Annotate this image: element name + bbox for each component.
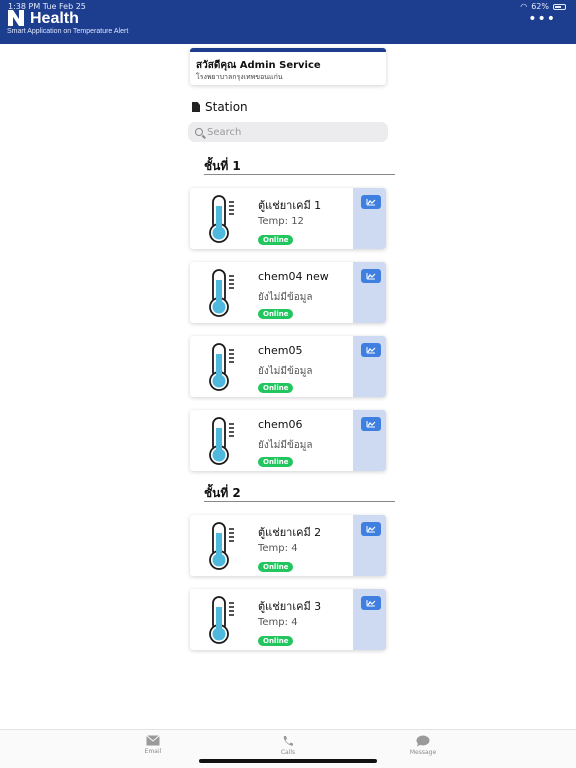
tab-message[interactable]: Message — [403, 735, 443, 756]
thermometer-icon — [209, 269, 234, 317]
status-badge: Online — [258, 235, 294, 245]
chart-icon — [366, 421, 376, 428]
chart-button[interactable] — [361, 269, 381, 283]
chart-button[interactable] — [361, 522, 381, 536]
home-indicator — [199, 759, 377, 763]
thermometer-icon — [209, 522, 234, 570]
station-card[interactable]: ตู้แช่ยาเคมี 2 Temp: 4 Online — [190, 515, 386, 576]
greeting-title: สวัสดีคุณ Admin Service — [196, 60, 321, 71]
phone-icon — [283, 736, 293, 746]
station-card[interactable]: ตู้แช่ยาเคมี 1 Temp: 12 Online — [190, 188, 386, 249]
station-reading: ยังไม่มีข้อมูล — [258, 440, 313, 451]
status-badge: Online — [258, 636, 294, 646]
station-reading: ยังไม่มีข้อมูล — [258, 292, 313, 303]
hospital-name: โรงพยาบาลกรุงเทพขอนแก่น — [196, 73, 283, 81]
status-badge: Online — [258, 562, 294, 572]
tab-calls[interactable]: Calls — [268, 735, 308, 756]
chart-icon — [366, 526, 376, 533]
status-indicators: ◠ 62% — [520, 2, 566, 11]
station-card[interactable]: chem06 ยังไม่มีข้อมูล Online — [190, 410, 386, 471]
more-menu-icon[interactable]: ••• — [528, 12, 556, 26]
section-title: Station — [205, 100, 248, 114]
station-name: ตู้แช่ยาเคมี 2 — [258, 526, 322, 539]
tab-email[interactable]: Email — [133, 735, 173, 755]
status-badge: Online — [258, 457, 294, 467]
station-name: chem04 new — [258, 270, 329, 283]
station-reading: ยังไม่มีข้อมูล — [258, 366, 313, 377]
app-title: Health — [30, 10, 79, 27]
chart-button[interactable] — [361, 596, 381, 610]
search-icon — [195, 128, 203, 136]
tab-label: Message — [409, 749, 437, 756]
station-card[interactable]: chem05 ยังไม่มีข้อมูล Online — [190, 336, 386, 397]
app-screen: 1:38 PM Tue Feb 25 ◠ 62% Health Smart Ap… — [0, 0, 576, 768]
health-logo-icon — [8, 10, 24, 26]
chat-icon — [416, 735, 430, 747]
station-card[interactable]: chem04 new ยังไม่มีข้อมูล Online — [190, 262, 386, 323]
tab-label: Calls — [280, 749, 296, 756]
chart-button[interactable] — [361, 343, 381, 357]
chart-icon — [366, 199, 376, 206]
app-subtitle: Smart Application on Temperature Alert — [7, 28, 129, 35]
floor-divider — [204, 501, 395, 502]
greeting-card: สวัสดีคุณ Admin Service โรงพยาบาลกรุงเทพ… — [190, 48, 386, 85]
station-reading: Temp: 4 — [258, 543, 298, 554]
chart-button[interactable] — [361, 417, 381, 431]
status-badge: Online — [258, 309, 294, 319]
thermometer-icon — [209, 195, 234, 243]
station-reading: Temp: 4 — [258, 617, 298, 628]
station-name: ตู้แช่ยาเคมี 1 — [258, 199, 322, 212]
document-icon — [192, 102, 200, 112]
battery-icon — [553, 3, 566, 10]
thermometer-icon — [209, 417, 234, 465]
thermometer-icon — [209, 343, 234, 391]
station-name: chem06 — [258, 418, 303, 431]
mail-icon — [146, 735, 160, 746]
thermometer-icon — [209, 596, 234, 644]
station-header: Station — [192, 100, 248, 114]
app-header: 1:38 PM Tue Feb 25 ◠ 62% Health Smart Ap… — [0, 0, 576, 44]
station-name: ตู้แช่ยาเคมี 3 — [258, 600, 322, 613]
chart-icon — [366, 600, 376, 607]
search-bar[interactable] — [188, 122, 388, 142]
wifi-icon: ◠ — [520, 2, 528, 11]
search-input[interactable] — [207, 126, 377, 138]
station-name: chem05 — [258, 344, 303, 357]
floor-divider — [204, 174, 395, 175]
status-badge: Online — [258, 383, 294, 393]
tab-label: Email — [144, 748, 162, 755]
station-card[interactable]: ตู้แช่ยาเคมี 3 Temp: 4 Online — [190, 589, 386, 650]
station-reading: Temp: 12 — [258, 216, 304, 227]
chart-button[interactable] — [361, 195, 381, 209]
chart-icon — [366, 347, 376, 354]
chart-icon — [366, 273, 376, 280]
battery-level: 62% — [531, 2, 549, 11]
